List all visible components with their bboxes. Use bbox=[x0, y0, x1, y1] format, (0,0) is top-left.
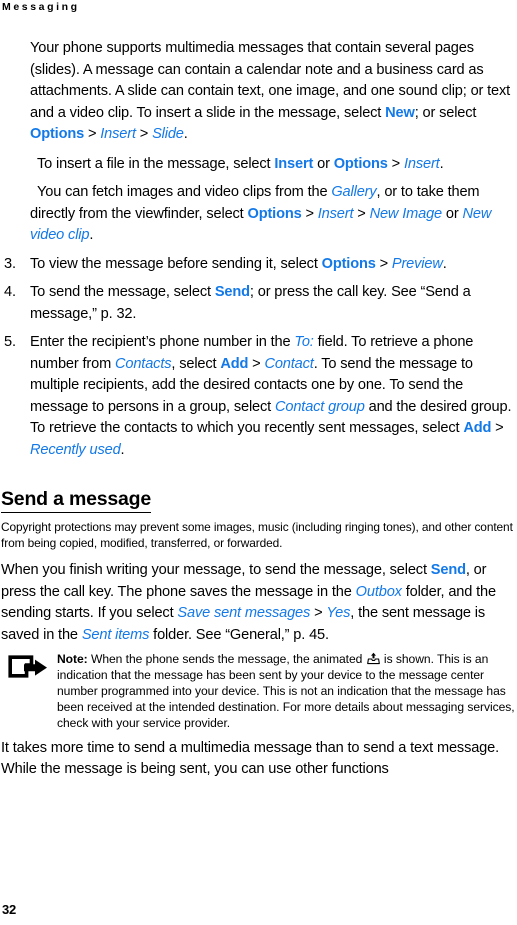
menu-text: Contact bbox=[264, 355, 314, 372]
intro-p1-text-c: . bbox=[183, 126, 188, 142]
intro-p3-text-d: . bbox=[89, 227, 94, 243]
command-send: Send bbox=[430, 562, 466, 578]
folder-outbox: Outbox bbox=[355, 583, 402, 600]
closing-paragraph: It takes more time to send a multimedia … bbox=[1, 739, 500, 778]
menu-new-image: New Image bbox=[369, 205, 443, 222]
section-heading-wrap: Send a message bbox=[0, 468, 517, 517]
menu-insert: Insert bbox=[403, 155, 440, 172]
menu-text: To: bbox=[294, 334, 314, 350]
path-separator: > bbox=[84, 126, 101, 142]
note-label: Note: bbox=[57, 652, 88, 666]
page-content: Your phone supports multimedia messages … bbox=[0, 38, 517, 787]
step-text: , select bbox=[171, 355, 221, 372]
menu-text: Contacts bbox=[114, 355, 172, 372]
menu-text: Contact group bbox=[274, 398, 365, 415]
note-arrow-icon bbox=[7, 654, 49, 682]
intro-paragraph-2: To insert a file in the message, select … bbox=[30, 154, 513, 176]
command-text: Send bbox=[214, 284, 250, 300]
send-text-a: When you finish writing your message, to… bbox=[1, 562, 431, 578]
command-text: Add bbox=[463, 420, 492, 436]
step-number: 3. bbox=[4, 255, 16, 272]
send-message-paragraph: When you finish writing your message, to… bbox=[1, 560, 515, 646]
path-separator: > bbox=[248, 355, 265, 372]
section-heading-send-a-message: Send a message bbox=[1, 487, 151, 513]
intro-paragraph-1: Your phone supports multimedia messages … bbox=[30, 38, 513, 146]
document-page: Messaging Your phone supports multimedia… bbox=[0, 0, 517, 925]
send-text-e: folder. See “General,” p. 45. bbox=[149, 626, 329, 643]
path-separator: > bbox=[310, 605, 327, 621]
intro-p3-text-a: You can fetch images and video clips fro… bbox=[37, 184, 332, 200]
step-number: 4. bbox=[4, 284, 16, 300]
intro-p2-text-c: . bbox=[439, 155, 444, 172]
message-sending-icon bbox=[366, 652, 380, 665]
path-separator: > bbox=[353, 205, 370, 222]
step-text: To view the message before sending it, s… bbox=[30, 255, 322, 272]
command-text: Add bbox=[220, 355, 249, 372]
intro-p2-text-b: or bbox=[313, 155, 334, 172]
intro-p3-text-c: or bbox=[442, 205, 463, 222]
command-new: New bbox=[385, 104, 415, 121]
path-separator: > bbox=[387, 155, 404, 172]
step-text: . bbox=[442, 255, 447, 272]
step-text: Enter the recipient’s phone number in th… bbox=[30, 334, 295, 350]
path-separator: > bbox=[301, 205, 318, 222]
note-text-a: When the phone sends the message, the an… bbox=[87, 652, 366, 666]
command-options: Options bbox=[247, 205, 302, 222]
menu-insert: Insert bbox=[317, 205, 354, 222]
path-separator: > bbox=[375, 255, 392, 272]
note-text: Note: When the phone sends the message, … bbox=[57, 652, 515, 732]
step-number: 5. bbox=[4, 334, 16, 350]
step-item: 5. Enter the recipient’s phone number in … bbox=[0, 332, 517, 461]
page-number: 32 bbox=[2, 902, 17, 917]
menu-text: Recently used bbox=[30, 441, 121, 458]
path-separator: > bbox=[491, 420, 504, 436]
step-item: 3. To view the message before sending it,… bbox=[0, 254, 517, 276]
command-options: Options bbox=[30, 126, 85, 142]
intro-paragraph-3: You can fetch images and video clips fro… bbox=[30, 182, 513, 247]
copyright-notice: Copyright protections may prevent some i… bbox=[1, 520, 513, 550]
menu-insert: Insert bbox=[100, 126, 136, 142]
menu-text: Preview bbox=[391, 255, 443, 272]
command-insert: Insert bbox=[274, 155, 314, 172]
path-separator: > bbox=[135, 126, 153, 142]
command-text: Options bbox=[321, 255, 376, 272]
setting-save-sent-messages: Save sent messages bbox=[177, 605, 311, 621]
intro-p1-text-b: ; or select bbox=[414, 104, 477, 121]
option-yes: Yes bbox=[326, 605, 351, 621]
intro-p2-text-a: To insert a file in the message, select bbox=[37, 155, 275, 172]
running-header-title: Messaging bbox=[2, 1, 80, 13]
note-callout: Note: When the phone sends the message, … bbox=[0, 652, 515, 732]
menu-slide: Slide bbox=[152, 126, 184, 142]
step-item: 4. To send the message, select Send; or p… bbox=[0, 282, 517, 325]
numbered-steps-list: 3. To view the message before sending it,… bbox=[0, 254, 517, 462]
menu-gallery: Gallery bbox=[331, 184, 377, 200]
folder-sent-items: Sent items bbox=[81, 626, 150, 643]
command-options: Options bbox=[333, 155, 388, 172]
step-text: . bbox=[120, 441, 125, 458]
step-text: To send the message, select bbox=[30, 284, 215, 300]
